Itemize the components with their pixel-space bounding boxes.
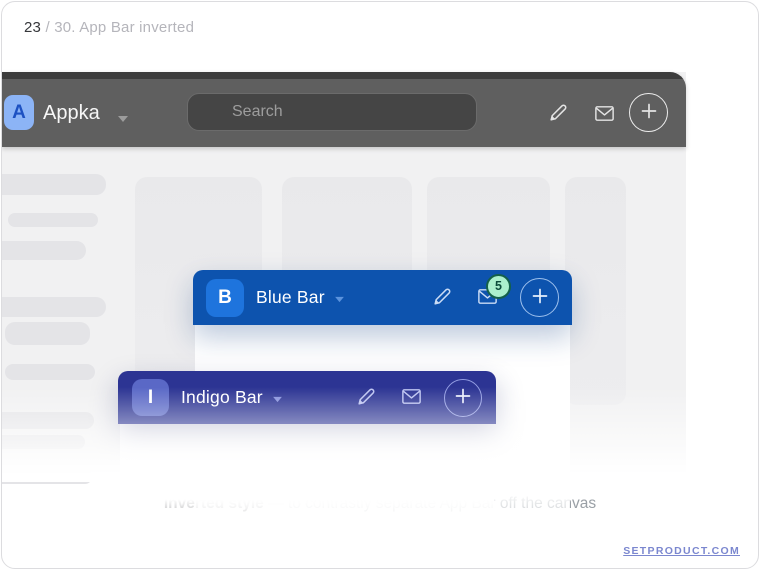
app-title-menu[interactable]: Blue Bar: [244, 287, 345, 308]
compose-button[interactable]: [430, 284, 455, 312]
search-input[interactable]: [187, 93, 477, 131]
messages-button[interactable]: [400, 385, 423, 411]
messages-button[interactable]: [593, 102, 616, 128]
app-bar-title: Blue Bar: [256, 287, 325, 308]
app-bar-actions: [354, 379, 482, 417]
appka-app-bar: A Appka: [2, 72, 686, 147]
app-bar-actions: 5: [430, 278, 559, 317]
skeleton-bar: [2, 470, 92, 484]
skeleton-bar: [2, 297, 106, 317]
caret-down-icon[interactable]: [117, 110, 129, 128]
skeleton-bar: [5, 322, 90, 345]
caret-down-icon: [272, 390, 283, 408]
slide-title: 23 / 30. App Bar inverted: [24, 19, 194, 36]
skeleton-bar: [2, 412, 94, 429]
status-bar: [2, 72, 686, 79]
indigo-bar-sheet: [120, 424, 494, 550]
add-button[interactable]: [629, 93, 668, 132]
skeleton-bar: [2, 435, 85, 449]
app-bar-title: Indigo Bar: [181, 387, 263, 408]
mock-canvas: A Appka: [2, 72, 686, 482]
appka-app-bar-body: A Appka: [2, 79, 686, 147]
slide-subtitle: / 30. App Bar inverted: [41, 19, 194, 36]
add-button[interactable]: [520, 278, 559, 317]
indigo-app-bar: I Indigo Bar: [118, 371, 496, 424]
app-avatar[interactable]: A: [4, 95, 34, 130]
slide-index: 23: [24, 19, 41, 36]
slide: 23 / 30. App Bar inverted A A: [0, 0, 760, 570]
skeleton-bar: [5, 364, 95, 380]
app-avatar[interactable]: B: [206, 279, 244, 317]
mail-icon: [400, 385, 423, 411]
placeholder-card: [565, 177, 626, 405]
mail-icon: [593, 102, 616, 128]
footer-link[interactable]: SETPRODUCT.COM: [623, 545, 740, 557]
pencil-icon: [546, 100, 571, 128]
app-avatar[interactable]: I: [132, 379, 169, 416]
add-button[interactable]: [444, 379, 482, 417]
blue-app-bar: B Blue Bar: [193, 270, 572, 325]
plus-icon: [640, 102, 658, 123]
pencil-icon: [354, 384, 379, 412]
messages-button[interactable]: 5: [476, 285, 499, 311]
skeleton-bar: [2, 174, 106, 195]
compose-button[interactable]: [354, 384, 379, 412]
skeleton-bar: [8, 213, 98, 227]
app-title-menu[interactable]: Indigo Bar: [169, 387, 283, 408]
app-name: Appka: [43, 79, 100, 147]
notification-badge: 5: [486, 274, 511, 299]
compose-button[interactable]: [546, 100, 571, 128]
plus-icon: [454, 387, 472, 408]
skeleton-bar: [2, 241, 86, 260]
plus-icon: [531, 287, 549, 308]
pencil-icon: [430, 284, 455, 312]
slide-card: 23 / 30. App Bar inverted A A: [1, 1, 759, 569]
caret-down-icon: [334, 290, 345, 308]
